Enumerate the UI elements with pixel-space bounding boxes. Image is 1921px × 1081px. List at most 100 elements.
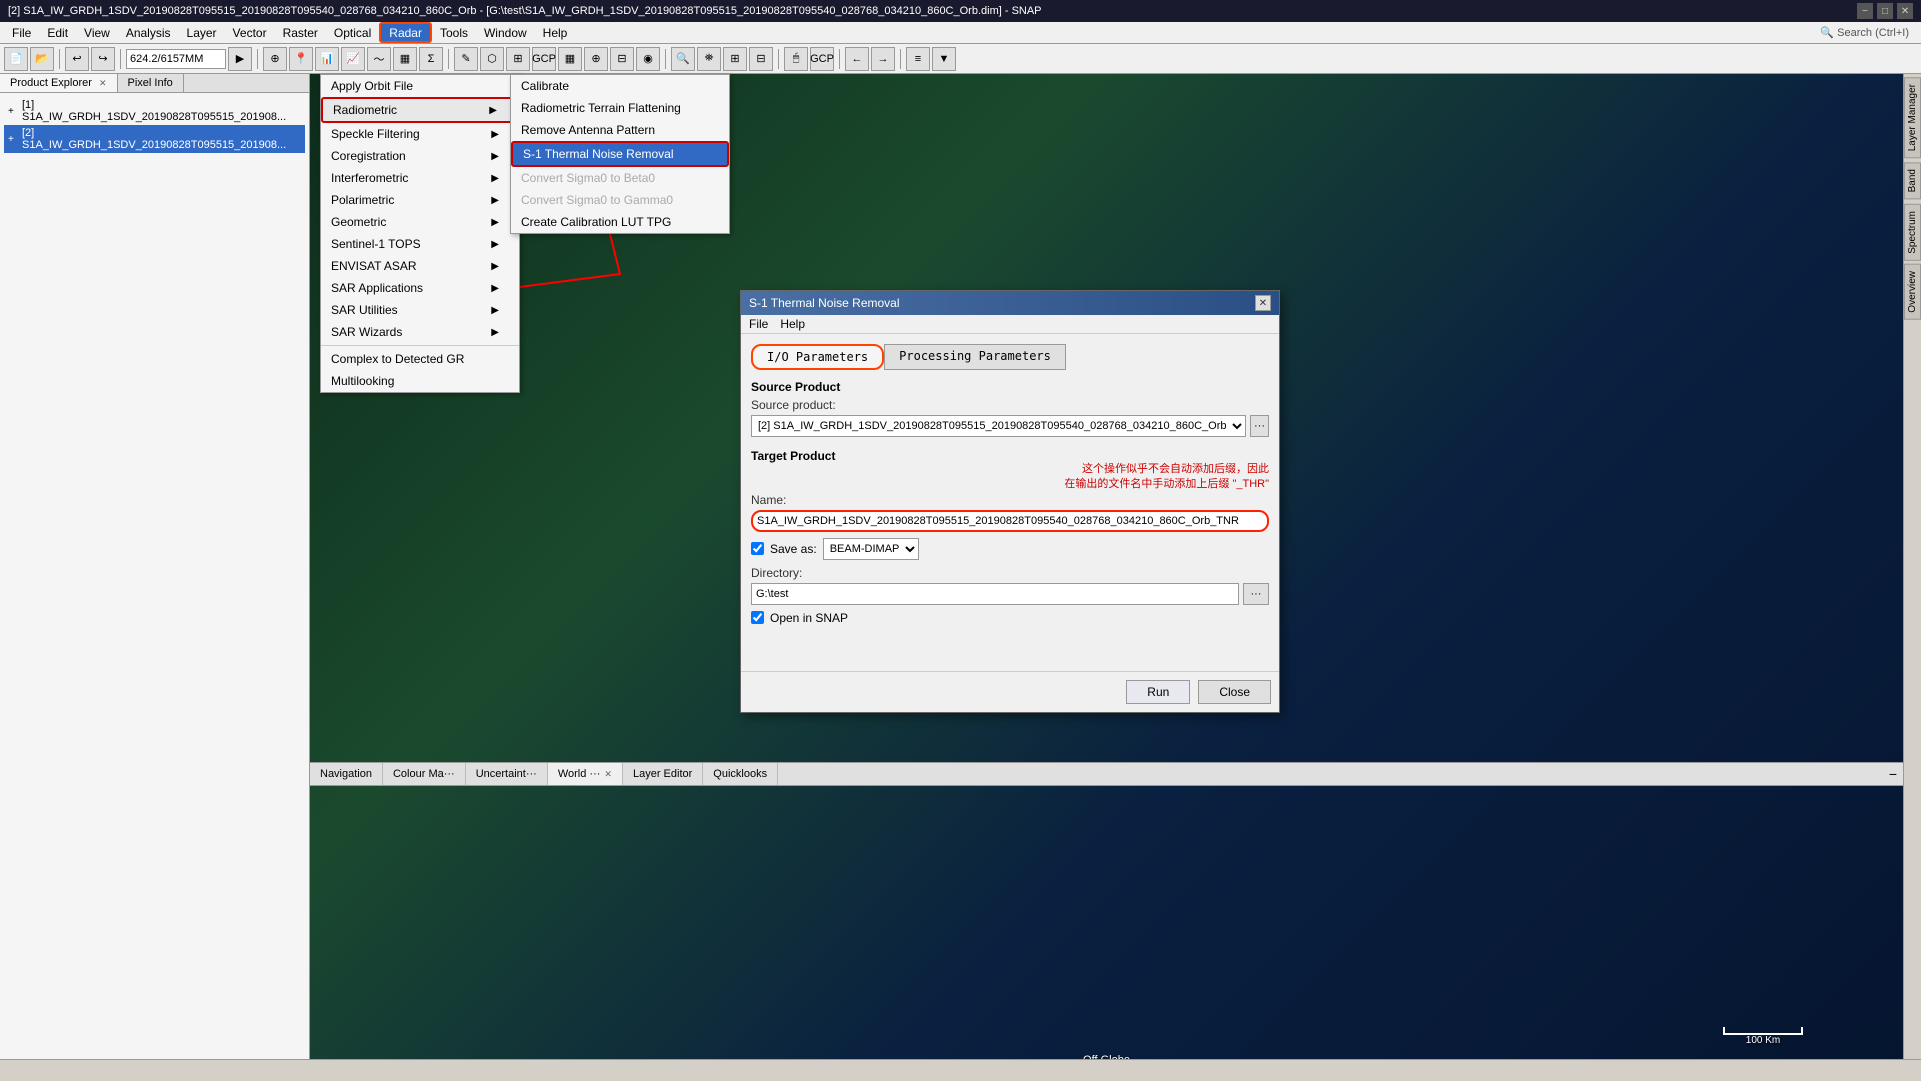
- open-in-snap-checkbox[interactable]: [751, 611, 764, 624]
- expand-icon-1[interactable]: +: [8, 106, 20, 117]
- menu-vector[interactable]: Vector: [225, 22, 275, 43]
- tab-world[interactable]: World ··· ✕: [548, 763, 623, 785]
- tool3[interactable]: 📊: [315, 47, 339, 71]
- menu-geometric[interactable]: Geometric ▶: [321, 211, 519, 233]
- tool22[interactable]: ←: [845, 47, 869, 71]
- save-as-checkbox[interactable]: [751, 542, 764, 555]
- tool25[interactable]: ▼: [932, 47, 956, 71]
- close-dialog-button[interactable]: Close: [1198, 680, 1271, 704]
- tool6[interactable]: ▦: [393, 47, 417, 71]
- redo-button[interactable]: ↪: [91, 47, 115, 71]
- save-as-select[interactable]: BEAM-DIMAP: [823, 538, 919, 560]
- tool8[interactable]: ✎: [454, 47, 478, 71]
- sidebar-overview[interactable]: Overview: [1904, 264, 1921, 320]
- menu-raster[interactable]: Raster: [275, 22, 326, 43]
- tool5[interactable]: 〜: [367, 47, 391, 71]
- sidebar-spectrum[interactable]: Spectrum: [1904, 204, 1921, 261]
- menu-window[interactable]: Window: [476, 22, 535, 43]
- menu-file[interactable]: File: [4, 22, 39, 43]
- tab-pixel-info[interactable]: Pixel Info: [118, 74, 184, 92]
- menu-tools[interactable]: Tools: [432, 22, 476, 43]
- menu-remove-antenna[interactable]: Remove Antenna Pattern: [511, 119, 729, 141]
- menu-complex-detected[interactable]: Complex to Detected GR: [321, 348, 519, 370]
- menu-rtf[interactable]: Radiometric Terrain Flattening: [511, 97, 729, 119]
- dialog-tab-io[interactable]: I/O Parameters: [751, 344, 884, 370]
- minimize-button[interactable]: −: [1857, 3, 1873, 19]
- tool10[interactable]: ⊞: [506, 47, 530, 71]
- tool13[interactable]: ⊕: [584, 47, 608, 71]
- tab-uncertainty[interactable]: Uncertaint···: [466, 763, 548, 785]
- expand-icon-2[interactable]: +: [8, 134, 20, 145]
- menu-layer[interactable]: Layer: [179, 22, 225, 43]
- tree-item-2[interactable]: + [2] S1A_IW_GRDH_1SDV_20190828T095515_2…: [4, 125, 305, 153]
- dialog-close-button[interactable]: ✕: [1255, 295, 1271, 311]
- maximize-button[interactable]: □: [1877, 3, 1893, 19]
- menu-speckle-filtering[interactable]: Speckle Filtering ▶: [321, 123, 519, 145]
- undo-button[interactable]: ↩: [65, 47, 89, 71]
- menu-polarimetric[interactable]: Polarimetric ▶: [321, 189, 519, 211]
- tool20[interactable]: 🖱: [784, 47, 808, 71]
- tool2[interactable]: 📍: [289, 47, 313, 71]
- tab-world-close[interactable]: ✕: [604, 769, 612, 780]
- tool12[interactable]: ▦: [558, 47, 582, 71]
- menu-help[interactable]: Help: [535, 22, 576, 43]
- menu-sar-applications[interactable]: SAR Applications ▶: [321, 277, 519, 299]
- menu-thermal-noise[interactable]: S-1 Thermal Noise Removal: [511, 141, 729, 167]
- menu-interferometric[interactable]: Interferometric ▶: [321, 167, 519, 189]
- tool19[interactable]: ⊟: [749, 47, 773, 71]
- dialog-tab-processing[interactable]: Processing Parameters: [884, 344, 1066, 370]
- tab-close-product[interactable]: ✕: [99, 78, 107, 88]
- tool24[interactable]: ≡: [906, 47, 930, 71]
- search-box[interactable]: 🔍 Search (Ctrl+I): [1812, 26, 1917, 39]
- tool1[interactable]: ⊕: [263, 47, 287, 71]
- dialog-menu-help[interactable]: Help: [780, 317, 805, 331]
- tool21[interactable]: GCP: [810, 47, 834, 71]
- directory-input[interactable]: [751, 583, 1239, 605]
- sidebar-layer-manager[interactable]: Layer Manager: [1904, 77, 1921, 158]
- tool14[interactable]: ⊟: [610, 47, 634, 71]
- tool16[interactable]: 🔍: [671, 47, 695, 71]
- tab-product-explorer[interactable]: Product Explorer ✕: [0, 74, 118, 92]
- source-product-browse[interactable]: ···: [1250, 415, 1269, 437]
- menu-radiometric[interactable]: Radiometric ▶: [321, 97, 519, 123]
- tree-item-1[interactable]: + [1] S1A_IW_GRDH_1SDV_20190828T095515_2…: [4, 97, 305, 125]
- tab-layer-editor[interactable]: Layer Editor: [623, 763, 703, 785]
- go-button[interactable]: ▶: [228, 47, 252, 71]
- sidebar-band-manager[interactable]: Band: [1904, 162, 1921, 199]
- dialog-menu-file[interactable]: File: [749, 317, 768, 331]
- menu-sentinel1-tops[interactable]: Sentinel-1 TOPS ▶: [321, 233, 519, 255]
- menu-apply-orbit-file[interactable]: Apply Orbit File: [321, 75, 519, 97]
- tab-colour-manipulation[interactable]: Colour Ma···: [383, 763, 466, 785]
- menu-sar-wizards[interactable]: SAR Wizards ▶: [321, 321, 519, 343]
- tool9[interactable]: ⬡: [480, 47, 504, 71]
- menu-sar-utilities[interactable]: SAR Utilities ▶: [321, 299, 519, 321]
- menu-envisat-asar[interactable]: ENVISAT ASAR ▶: [321, 255, 519, 277]
- menu-optical[interactable]: Optical: [326, 22, 379, 43]
- source-product-select[interactable]: [2] S1A_IW_GRDH_1SDV_20190828T095515_201…: [751, 415, 1246, 437]
- tab-navigation[interactable]: Navigation: [310, 763, 383, 785]
- menu-multilooking[interactable]: Multilooking: [321, 370, 519, 392]
- new-button[interactable]: 📄: [4, 47, 28, 71]
- tool4[interactable]: 📈: [341, 47, 365, 71]
- tool23[interactable]: →: [871, 47, 895, 71]
- close-button[interactable]: ✕: [1897, 3, 1913, 19]
- menu-view[interactable]: View: [76, 22, 118, 43]
- menu-analysis[interactable]: Analysis: [118, 22, 179, 43]
- tab-quicklooks[interactable]: Quicklooks: [703, 763, 778, 785]
- menu-coregistration[interactable]: Coregistration ▶: [321, 145, 519, 167]
- open-button[interactable]: 📂: [30, 47, 54, 71]
- run-button[interactable]: Run: [1126, 680, 1190, 704]
- menu-calibrate[interactable]: Calibrate: [511, 75, 729, 97]
- menu-calib-lut[interactable]: Create Calibration LUT TPG: [511, 211, 729, 233]
- panel-collapse-btn[interactable]: −: [1883, 766, 1903, 782]
- tool18[interactable]: ⊞: [723, 47, 747, 71]
- menu-edit[interactable]: Edit: [39, 22, 76, 43]
- coord-input[interactable]: [126, 49, 226, 69]
- menu-radar[interactable]: Radar: [379, 22, 432, 43]
- name-input[interactable]: [751, 510, 1269, 532]
- tool7[interactable]: Σ: [419, 47, 443, 71]
- tool17[interactable]: ⛯: [697, 47, 721, 71]
- tool11[interactable]: GCP: [532, 47, 556, 71]
- tool15[interactable]: ◉: [636, 47, 660, 71]
- directory-browse[interactable]: ···: [1243, 583, 1269, 605]
